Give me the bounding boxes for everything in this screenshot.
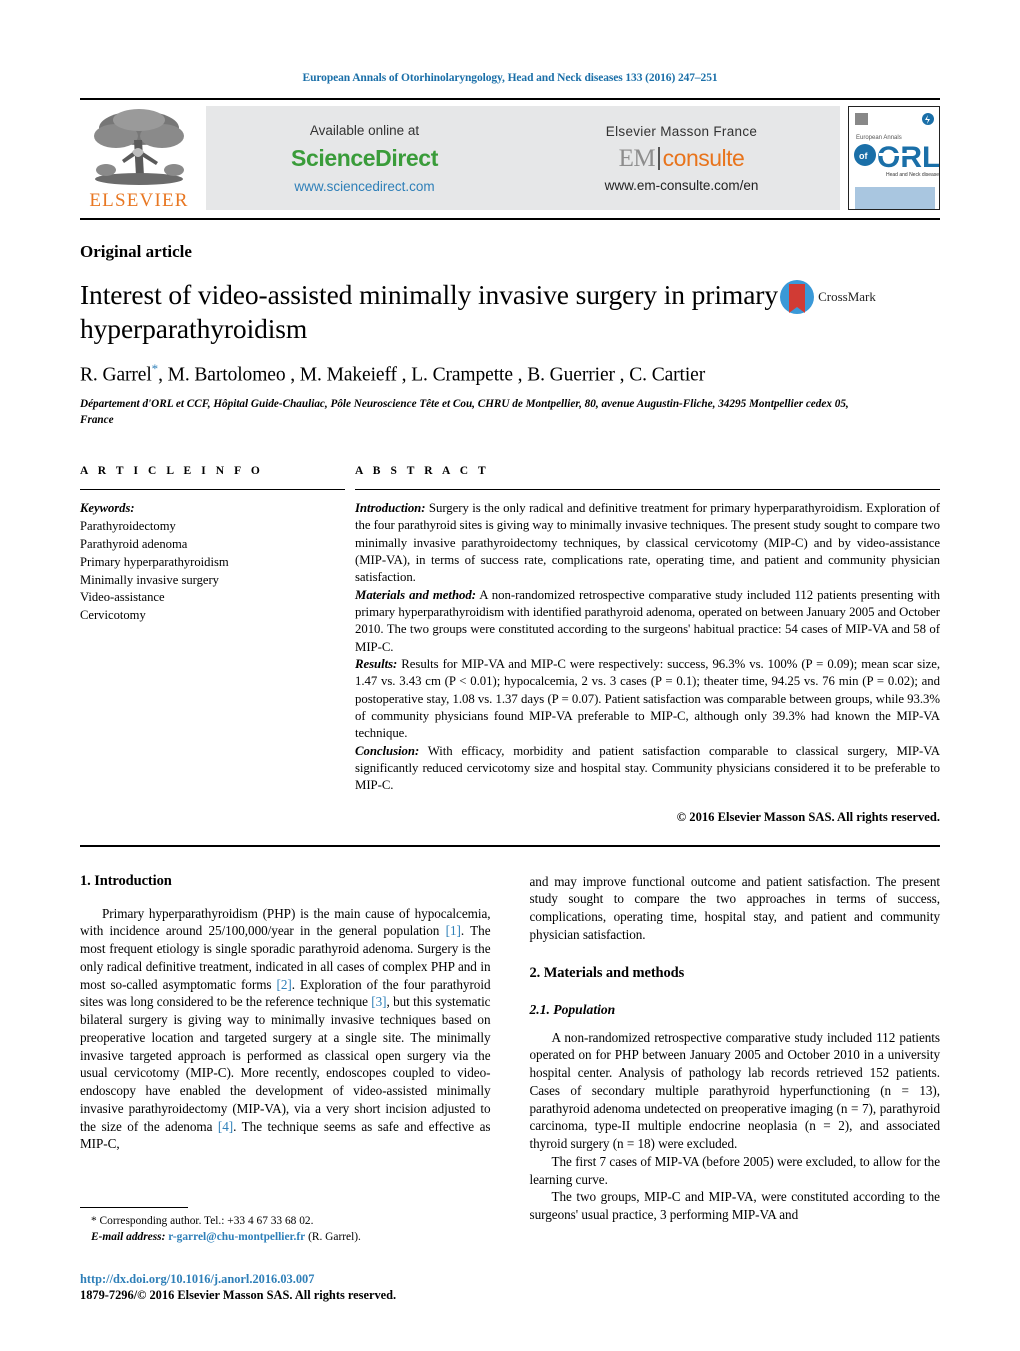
elsevier-wordmark: ELSEVIER [89,190,189,211]
elsevier-tree-icon [86,106,192,190]
doi-link[interactable]: http://dx.doi.org/10.1016/j.anorl.2016.0… [80,1272,480,1287]
article-info-heading: A R T I C L E I N F O [80,465,264,478]
elsevier-logo: ELSEVIER [80,100,198,218]
keyword-item: Parathyroid adenoma [80,536,188,551]
abstract-heading: A B S T R A C T [355,465,490,478]
citation-link[interactable]: [1] [446,923,461,938]
body-left-column: 1. Introduction Primary hyperparathyroid… [80,873,491,1303]
corresponding-author-note: * Corresponding author. Tel.: +33 4 67 3… [91,1214,314,1227]
abstract-paragraph: Conclusion: With efficacy, morbidity and… [355,743,940,795]
intro-paragraph: Primary hyperparathyroidism (PHP) is the… [80,905,491,1154]
abstract-paragraph: Results: Results for MIP-VA and MIP-C we… [355,656,940,743]
footnote-block: * Corresponding author. Tel.: +33 4 67 3… [80,1206,480,1303]
authors-remaining: , M. Bartolomeo , M. Makeieff , L. Cramp… [158,364,706,386]
abstract-text: With efficacy, morbidity and patient sat… [355,743,940,793]
elsevier-masson-label: Elsevier Masson France [605,123,758,139]
abstract-paragraph: Materials and method: A non-randomized r… [355,587,940,656]
abstract-bottom-rule [80,844,940,847]
abstract-lead: Results: [355,657,398,672]
em-suffix: consulte [662,144,745,171]
journal-cover-thumbnail: European Annals of ORL Head and Neck dis… [848,106,940,210]
body-columns: 1. Introduction Primary hyperparathyroid… [80,873,940,1303]
intro-continuation-paragraph: and may improve functional outcome and p… [529,873,941,942]
abstract-paragraph: Introduction: Surgery is the only radica… [355,500,940,587]
sciencedirect-block: Available online at ScienceDirect www.sc… [206,106,523,210]
emconsulte-wordmark: EM consulte [619,146,745,171]
citation-link[interactable]: [2] [276,977,291,992]
section-heading-materials-methods: 2. Materials and methods [529,964,685,981]
keyword-item: Cervicotomy [80,608,146,623]
footnote-rule [80,1206,188,1208]
keyword-item: Parathyroidectomy [80,518,176,533]
article-type-label: Original article [80,242,192,261]
abstract-copyright: © 2016 Elsevier Masson SAS. All rights r… [676,809,940,824]
body-right-column: and may improve functional outcome and p… [530,873,941,1303]
masthead: ELSEVIER Available online at ScienceDire… [80,100,940,218]
sciencedirect-url[interactable]: www.sciencedirect.com [294,179,434,194]
citation-link[interactable]: [4] [218,1119,233,1134]
issn-copyright: 1879-7296/© 2016 Elsevier Masson SAS. Al… [80,1287,397,1302]
sciencedirect-wordmark: ScienceDirect [291,144,438,171]
author-list: R. Garrel*, M. Bartolomeo , M. Makeieff … [80,361,940,387]
available-online-label: Available online at [309,122,420,138]
intro-text-part: Primary hyperparathyroidism (PHP) is the… [80,905,491,939]
running-head: European Annals of Otorhinolaryngology, … [302,72,718,84]
svg-text:ORL: ORL [877,141,940,174]
keyword-item: Video-assistance [80,590,165,605]
population-paragraph: The two groups, MIP-C and MIP-VA, were c… [529,1189,941,1223]
masthead-bottom-rule [80,218,940,220]
abstract-lead: Materials and method: [355,587,476,602]
svg-text:of: of [859,151,868,161]
email-note: E-mail address: r-garrel@chu-montpellier… [80,1230,480,1246]
crossmark-icon [780,280,815,314]
author-first: R. Garrel [80,364,152,386]
keyword-item: Primary hyperparathyroidism [80,554,229,569]
intro-text-part: , but this systematic bilateral surgery … [80,994,491,1134]
abstract-lead: Introduction: [355,501,426,516]
email-link[interactable]: r-garrel@chu-montpellier.fr [168,1231,305,1243]
article-info-rule [80,489,345,491]
section-heading-introduction: 1. Introduction [80,872,172,889]
page-title: Interest of video-assisted minimally inv… [80,279,779,344]
em-prefix: EM [618,144,656,172]
subsection-heading-population: 2.1. Population [529,1001,616,1017]
emconsulte-url[interactable]: www.em-consulte.com/en [605,178,759,193]
availability-banner: Available online at ScienceDirect www.sc… [206,106,840,210]
keywords-label: Keywords: [80,501,135,516]
abstract-column: A B S T R A C T Introduction: Surgery is… [345,465,940,825]
abstract-text: Surgery is the only radical and definiti… [355,501,940,585]
affiliation: Département d'ORL et CCF, Hôpital Guide-… [80,397,849,426]
journal-article-first-page: European Annals of Otorhinolaryngology, … [0,0,1020,1351]
population-paragraph: A non-randomized retrospective comparati… [529,1029,941,1152]
info-abstract-section: A R T I C L E I N F O Keywords: Parathyr… [80,465,940,825]
abstract-text: Results for MIP-VA and MIP-C were respec… [355,657,940,741]
emconsulte-block: Elsevier Masson France EM consulte www.e… [523,106,840,210]
email-suffix: (R. Garrel). [305,1230,361,1243]
abstract-rule [355,489,940,491]
email-label: E-mail address: [91,1230,166,1243]
abstract-lead: Conclusion: [355,743,420,758]
keyword-item: Minimally invasive surgery [80,572,219,587]
citation-link[interactable]: [3] [371,994,386,1009]
em-divider [658,146,660,170]
svg-text:Head and Neck diseases: Head and Neck diseases [886,172,940,178]
title-row: Interest of video-assisted minimally inv… [80,278,940,345]
population-paragraph: The first 7 cases of MIP-VA (before 2005… [529,1153,941,1187]
article-info-column: A R T I C L E I N F O Keywords: Parathyr… [80,465,345,825]
crossmark-label: CrossMark [818,289,876,304]
crossmark-badge[interactable]: CrossMark [780,280,876,314]
